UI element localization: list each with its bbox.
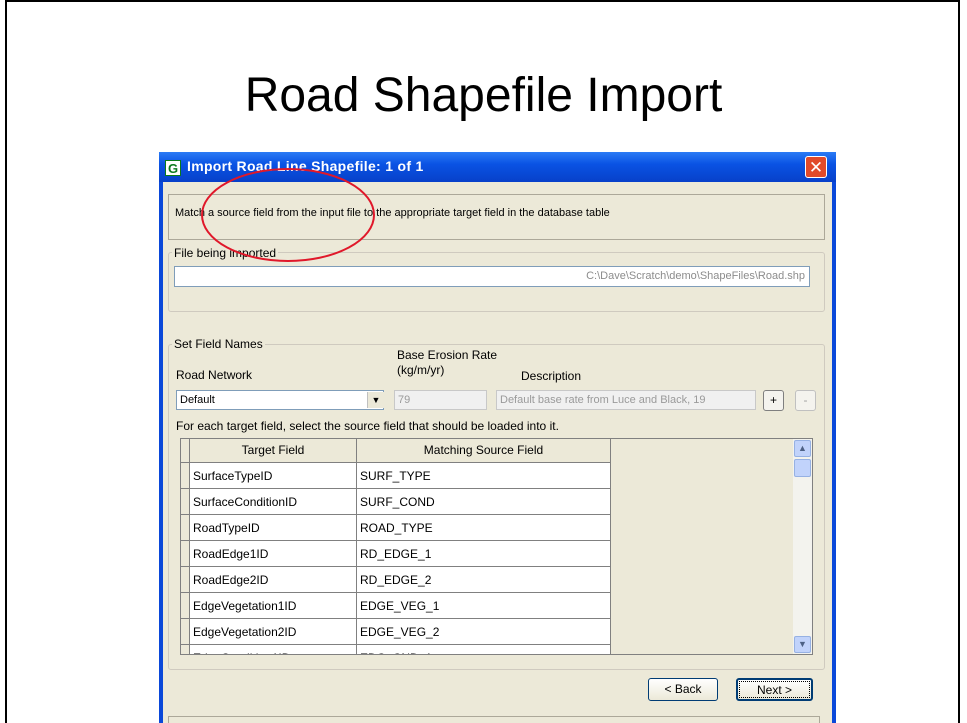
row-selector[interactable]	[181, 593, 190, 619]
target-field-cell: RoadTypeID	[190, 515, 357, 541]
header-target-field[interactable]: Target Field	[190, 439, 357, 463]
highlight-ellipse	[201, 168, 375, 262]
erosion-rate-input[interactable]: 79	[394, 390, 487, 410]
road-network-label: Road Network	[176, 368, 253, 382]
file-path-text: C:\Dave\Scratch\demo\ShapeFiles\Road.shp	[586, 270, 805, 282]
target-field-cell: SurfaceTypeID	[190, 463, 357, 489]
erosion-rate-unit-label: (kg/m/yr)	[397, 363, 445, 377]
status-bar	[168, 716, 820, 723]
target-field-cell: EdgeVegetation1ID	[190, 593, 357, 619]
target-field-cell: RoadEdge2ID	[190, 567, 357, 593]
slide-title: Road Shapefile Import	[244, 69, 723, 122]
field-names-legend: Set Field Names	[172, 337, 265, 351]
row-selector[interactable]	[181, 619, 190, 645]
chevron-down-icon[interactable]: ▼	[367, 392, 384, 408]
mapping-prompt: For each target field, select the source…	[176, 419, 559, 433]
description-input[interactable]: Default base rate from Luce and Black, 1…	[496, 390, 756, 410]
source-field-cell[interactable]: RD_EDGE_2	[357, 567, 611, 593]
remove-button[interactable]: -	[795, 390, 816, 411]
next-button[interactable]: Next >	[736, 678, 813, 701]
grid-scrollbar[interactable]: ▲ ▼	[793, 439, 812, 654]
target-field-cell: SurfaceConditionID	[190, 489, 357, 515]
source-field-cell[interactable]: EDGE_VEG_1	[357, 593, 611, 619]
row-selector[interactable]	[181, 463, 190, 489]
close-button[interactable]: ✕	[805, 156, 827, 178]
source-field-cell[interactable]: EDGE_VEG_2	[357, 619, 611, 645]
target-field-cell: EdgeCondition1ID	[190, 645, 357, 654]
app-icon: G	[165, 160, 181, 176]
row-selector[interactable]	[181, 645, 190, 654]
scroll-thumb[interactable]	[794, 459, 811, 477]
scroll-down-icon[interactable]: ▼	[794, 636, 811, 653]
header-source-field[interactable]: Matching Source Field	[357, 439, 611, 463]
target-field-cell: RoadEdge1ID	[190, 541, 357, 567]
erosion-rate-value: 79	[398, 394, 411, 406]
road-network-value: Default	[180, 394, 215, 406]
add-button[interactable]: +	[763, 390, 784, 411]
description-label: Description	[521, 369, 582, 383]
back-button[interactable]: < Back	[648, 678, 718, 701]
road-network-select[interactable]: Default ▼	[176, 390, 384, 410]
source-field-cell[interactable]: RD_EDGE_1	[357, 541, 611, 567]
row-selector[interactable]	[181, 515, 190, 541]
file-path-field[interactable]: C:\Dave\Scratch\demo\ShapeFiles\Road.shp	[174, 266, 810, 287]
row-selector[interactable]	[181, 541, 190, 567]
source-field-cell[interactable]: ROAD_TYPE	[357, 515, 611, 541]
description-value: Default base rate from Luce and Black, 1…	[500, 394, 706, 406]
source-field-cell[interactable]: EDG_CND_1	[357, 645, 611, 654]
source-field-cell[interactable]: SURF_TYPE	[357, 463, 611, 489]
field-mapping-grid: Target Field Matching Source Field Surfa…	[180, 438, 813, 655]
source-field-cell[interactable]: SURF_COND	[357, 489, 611, 515]
row-selector[interactable]	[181, 489, 190, 515]
scroll-up-icon[interactable]: ▲	[794, 440, 811, 457]
target-field-cell: EdgeVegetation2ID	[190, 619, 357, 645]
erosion-rate-label: Base Erosion Rate	[397, 348, 498, 362]
grid-corner	[181, 439, 190, 463]
row-selector[interactable]	[181, 567, 190, 593]
